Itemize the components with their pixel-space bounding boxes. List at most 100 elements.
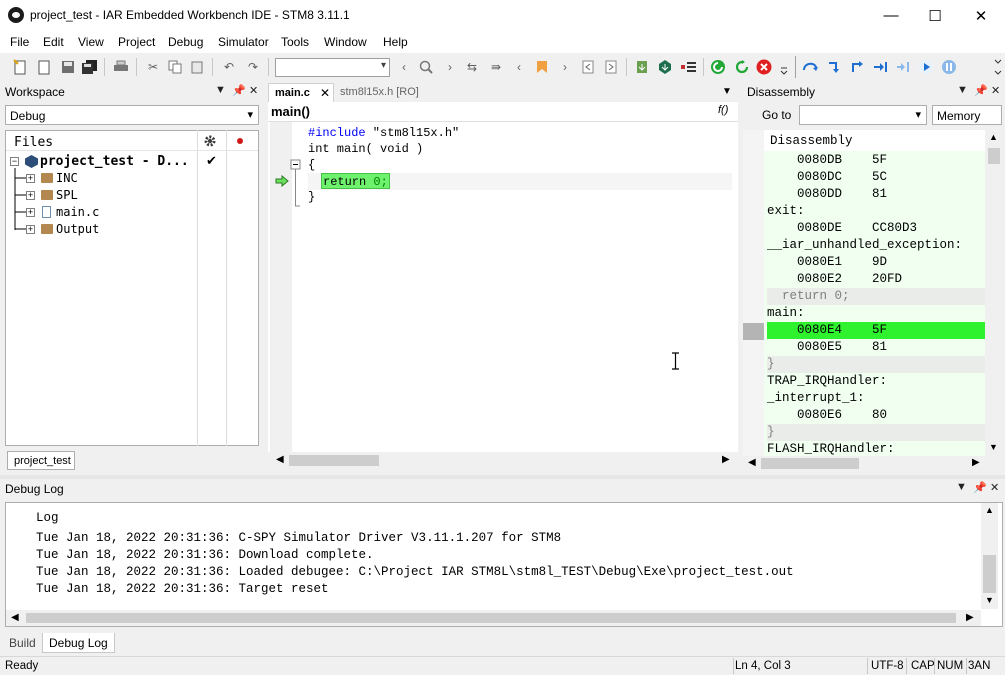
previous-bookmark-icon[interactable] [580,59,596,75]
log-vertical-scrollbar[interactable]: ▲ ▼ [981,503,998,609]
scroll-left-icon[interactable]: ◀ [11,612,19,623]
scroll-thumb[interactable] [988,148,1000,164]
files-column-header[interactable]: Files [14,135,53,150]
pane-menu-icon[interactable]: ▼ [215,84,226,96]
redo-icon[interactable]: ↷ [245,59,261,75]
close-button[interactable]: ✕ [958,0,1004,31]
current-function[interactable]: main() [271,104,310,119]
close-pane-icon[interactable]: ✕ [990,481,999,494]
editor-horizontal-scrollbar[interactable]: ◀ ▶ [270,452,736,469]
break-icon[interactable] [941,59,957,75]
scroll-left-icon[interactable]: ◀ [748,457,756,468]
scroll-thumb[interactable] [761,458,859,469]
find-icon[interactable] [418,59,434,75]
scroll-left-icon[interactable]: ◀ [276,454,284,465]
scroll-right-icon[interactable]: ▶ [966,612,974,623]
tab-list-icon[interactable]: ▼ [722,86,732,97]
disassembly-source-line[interactable]: } [767,356,985,373]
make-icon[interactable] [657,59,673,75]
disassembly-line[interactable]: 0080DE CC80D3 [767,220,985,237]
tab-stm8l15x-h[interactable]: stm8l15x.h [RO] [334,83,425,102]
disassembly-label[interactable]: _interrupt_1: [767,390,985,407]
next-statement-icon[interactable] [872,59,888,75]
expand-icon[interactable]: + [26,208,35,217]
scroll-right-icon[interactable]: ▶ [972,457,980,468]
disassembly-line[interactable]: 0080DC 5C [767,169,985,186]
paste-icon[interactable] [189,59,205,75]
menu-edit[interactable]: Edit [43,35,64,49]
disassembly-label[interactable]: __iar_unhandled_exception: [767,237,985,254]
disassembly-label[interactable]: TRAP_IRQHandler: [767,373,985,390]
scroll-thumb[interactable] [289,455,379,466]
scroll-down-icon[interactable]: ▼ [985,595,994,605]
go-icon[interactable] [918,59,934,75]
scroll-thumb[interactable] [26,613,956,623]
pin-icon[interactable]: 📌 [974,84,988,97]
navigate-back-icon[interactable]: ‹ [511,59,527,75]
gear-icon[interactable] [203,134,217,148]
next-bookmark-icon[interactable] [603,59,619,75]
maximize-button[interactable]: ☐ [912,0,958,31]
reset-icon[interactable] [734,59,750,75]
expand-icon[interactable]: + [26,191,35,200]
find-combo[interactable] [275,58,390,77]
disassembly-line[interactable]: 0080E5 81 [767,339,985,356]
save-all-icon[interactable] [82,59,98,75]
scroll-thumb[interactable] [983,555,996,593]
cut-icon[interactable]: ✂ [145,59,161,75]
run-to-cursor-icon[interactable] [895,59,911,75]
breakpoint-column-icon[interactable] [237,138,243,144]
scroll-up-icon[interactable]: ▲ [985,505,994,515]
minimize-button[interactable]: — [868,0,914,31]
copy-icon[interactable] [167,59,183,75]
tab-main-c[interactable]: main.c ✕ [268,83,334,102]
toolbar-overflow-icon[interactable] [780,56,788,78]
replace-icon[interactable]: ⇆ [464,59,480,75]
disassembly-current-line[interactable]: 0080E4 5F [767,322,985,339]
function-list-icon[interactable]: f() [718,104,728,116]
stop-debugging-icon[interactable] [756,59,772,75]
editor-gutter[interactable] [270,122,292,452]
tab-build[interactable]: Build [3,633,42,653]
find-next-icon[interactable]: › [442,59,458,75]
print-icon[interactable] [113,59,129,75]
disassembly-horizontal-scrollbar[interactable]: ◀ ▶ [743,456,985,471]
disassembly-line[interactable]: 0080DB 5F [767,152,985,169]
expand-icon[interactable]: + [26,174,35,183]
step-out-icon[interactable] [849,59,865,75]
configuration-select[interactable]: Debug [5,105,259,125]
toolbar-overflow-icon[interactable] [994,56,1002,78]
disassembly-source-line[interactable]: } [767,424,985,441]
menu-view[interactable]: View [78,35,104,49]
pin-icon[interactable]: 📌 [973,481,987,494]
disassembly-vertical-scrollbar[interactable]: ▲ ▼ [985,130,1003,456]
menu-window[interactable]: Window [324,35,367,49]
save-icon[interactable] [60,59,76,75]
step-into-icon[interactable] [826,59,842,75]
collapse-icon[interactable]: − [10,157,19,166]
tree-item-output[interactable]: + Output [6,221,258,238]
scroll-right-icon[interactable]: ▶ [722,454,730,465]
pin-icon[interactable]: 📌 [232,84,246,97]
close-tab-icon[interactable]: ✕ [320,86,330,100]
goto-address-input[interactable] [799,105,927,125]
close-pane-icon[interactable]: ✕ [991,84,1000,97]
expand-icon[interactable]: + [26,225,35,234]
tree-row-project[interactable]: − project_test - D... ✔ [6,153,258,170]
disassembly-line[interactable]: 0080DD 81 [767,186,985,203]
disassembly-line[interactable]: 0080E2 20FD [767,271,985,288]
bookmark-icon[interactable] [534,59,550,75]
tree-item-main-c[interactable]: + main.c [6,204,258,221]
menu-tools[interactable]: Tools [281,35,309,49]
iar-app-icon[interactable] [8,7,24,23]
disassembly-line[interactable]: 0080E6 80 [767,407,985,424]
scroll-down-icon[interactable]: ▼ [989,442,998,452]
disassembly-label[interactable]: exit: [767,203,985,220]
download-and-debug-icon[interactable] [710,59,726,75]
navigate-forward-icon[interactable]: › [557,59,573,75]
compile-icon[interactable] [634,59,650,75]
menu-project[interactable]: Project [118,35,155,49]
code-editor[interactable] [268,122,738,452]
new-file-icon[interactable] [36,59,52,75]
pane-menu-icon[interactable]: ▼ [957,84,968,96]
